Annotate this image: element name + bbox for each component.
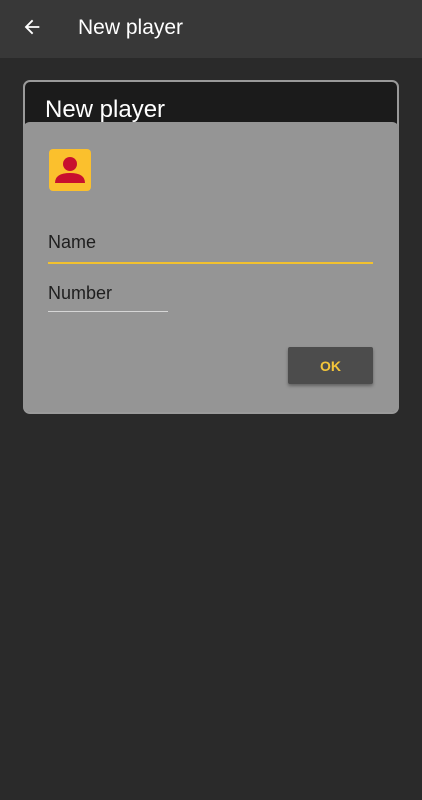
page-title: New player	[78, 16, 184, 39]
arrow-left-icon	[21, 16, 43, 43]
avatar[interactable]	[49, 149, 91, 191]
number-field[interactable]: Number	[48, 283, 168, 312]
app-bar: New player	[0, 0, 422, 58]
dialog-title: New player	[45, 96, 166, 123]
dialog-body: Name Number OK	[23, 122, 399, 412]
name-field[interactable]: Name	[48, 232, 373, 264]
ok-button[interactable]: OK	[288, 347, 373, 384]
person-icon	[49, 157, 91, 191]
number-field-label: Number	[48, 283, 113, 303]
name-field-label: Name	[48, 232, 97, 252]
back-button[interactable]	[16, 13, 48, 45]
